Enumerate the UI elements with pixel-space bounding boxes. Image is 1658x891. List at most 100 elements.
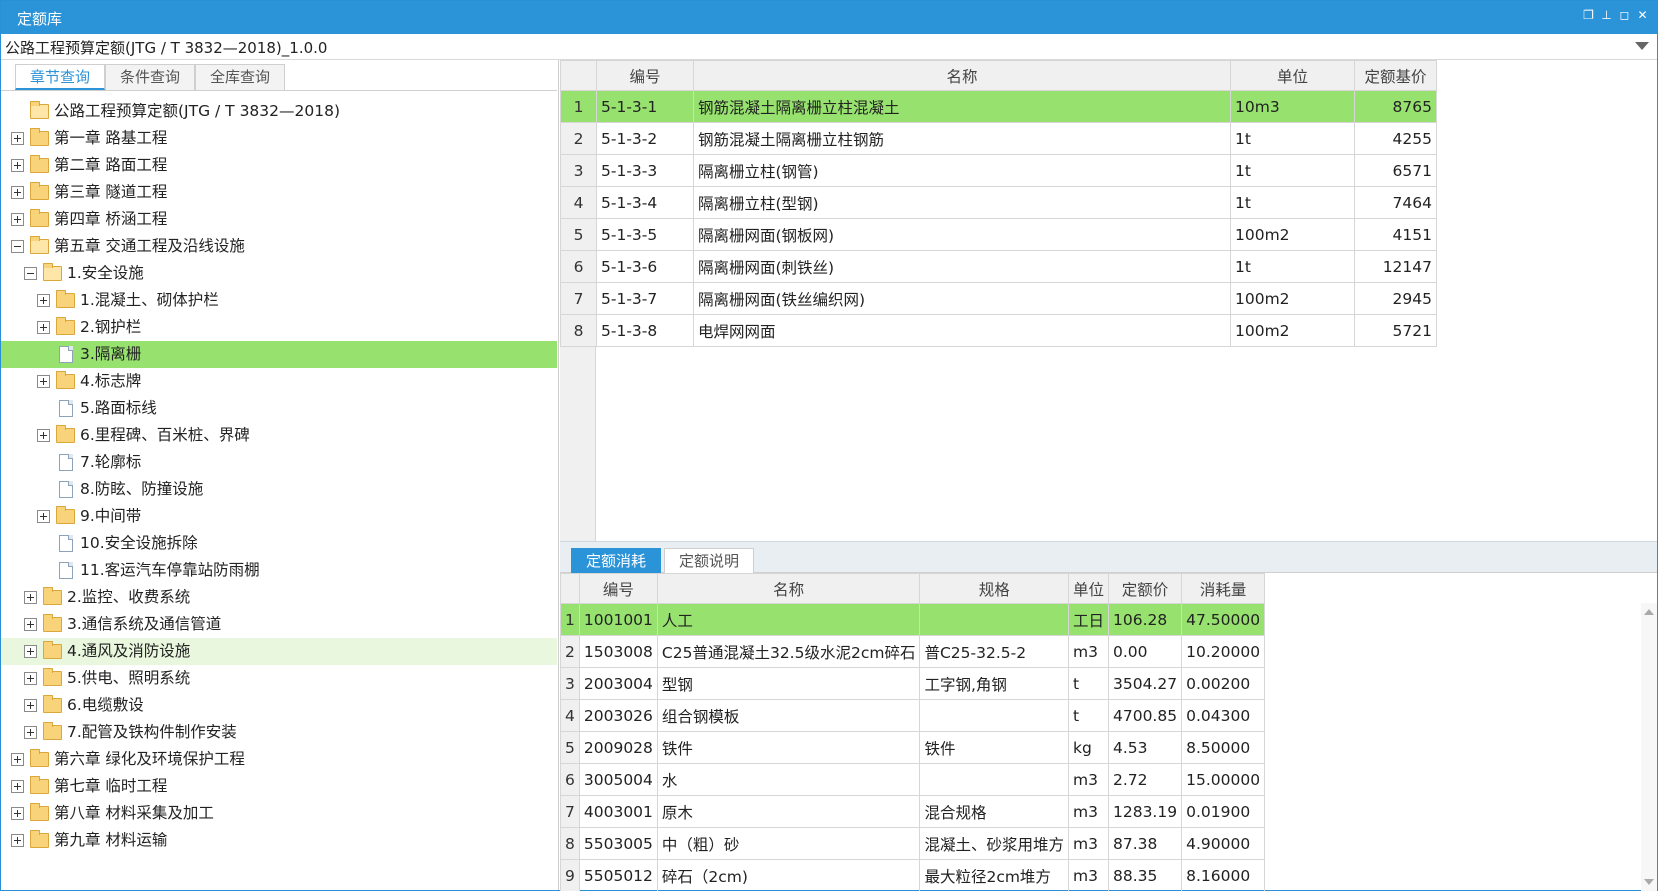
col-header-name[interactable]: 名称 [693, 60, 1231, 91]
expand-icon[interactable] [11, 159, 24, 172]
table-row[interactable]: 3 5-1-3-3 隔离栅立柱(钢管) 1t 6571 [560, 154, 1437, 187]
tree-node[interactable]: 6.里程碑、百米桩、界碑 [1, 422, 557, 449]
tree-node[interactable]: 7.配管及铁构件制作安装 [1, 719, 557, 746]
expand-icon[interactable] [37, 510, 50, 523]
expand-icon[interactable] [11, 132, 24, 145]
collapse-icon[interactable] [11, 240, 24, 253]
table-cell: 混凝土、砂浆用堆方 [919, 827, 1069, 860]
scroll-down-icon[interactable] [1644, 879, 1654, 885]
collapse-icon[interactable] [24, 267, 37, 280]
tree-node[interactable]: 第四章 桥涵工程 [1, 206, 557, 233]
restore-icon[interactable]: ❐ [1582, 9, 1595, 22]
expand-icon[interactable] [24, 618, 37, 631]
table-row[interactable]: 1 5-1-3-1 钢筋混凝土隔离栅立柱混凝土 10m3 8765 [560, 90, 1437, 123]
vertical-scrollbar[interactable] [1641, 603, 1657, 891]
tree-node[interactable]: 4.通风及消防设施 [1, 638, 557, 665]
tree-node[interactable]: 1.混凝土、砌体护栏 [1, 287, 557, 314]
expand-icon[interactable] [37, 321, 50, 334]
col-header-base-price[interactable]: 定额基价 [1354, 60, 1437, 91]
expand-icon[interactable] [24, 645, 37, 658]
pin-icon[interactable]: ⊥ [1600, 9, 1613, 22]
table-row[interactable]: 9 5505012 碎石（2cm) 最大粒径2cm堆方 m3 88.35 8.16000 [560, 859, 1266, 891]
tree-node-label: 6.电缆敷设 [67, 696, 144, 714]
tab-chapter-query[interactable]: 章节查询 [15, 64, 106, 90]
table-row[interactable]: 5 5-1-3-5 隔离栅网面(钢板网) 100m2 4151 [560, 218, 1437, 251]
tree-node[interactable]: 7.轮廓标 [1, 449, 557, 476]
table-row[interactable]: 5 2009028 铁件 铁件 kg 4.53 8.50000 [560, 731, 1266, 764]
col-header-price[interactable]: 定额价 [1107, 573, 1183, 604]
table-row[interactable]: 3 2003004 型钢 工字钢,角钢 t 3504.27 0.00200 [560, 667, 1266, 700]
table-row[interactable]: 1 1001001 人工 工日 106.28 47.50000 [560, 603, 1266, 636]
tree-node[interactable]: 第六章 绿化及环境保护工程 [1, 746, 557, 773]
folder-icon [30, 101, 49, 119]
tree-node[interactable]: 第二章 路面工程 [1, 152, 557, 179]
tree-node[interactable]: 1.安全设施 [1, 260, 557, 287]
expand-icon[interactable] [11, 186, 24, 199]
library-select[interactable]: 公路工程预算定额(JTG / T 3832—2018)_1.0.0 [1, 34, 1657, 60]
tree-node[interactable]: 10.安全设施拆除 [1, 530, 557, 557]
tree-node-label: 5.路面标线 [80, 399, 157, 417]
table-row[interactable]: 4 5-1-3-4 隔离栅立柱(型钢) 1t 7464 [560, 186, 1437, 219]
expand-icon[interactable] [11, 753, 24, 766]
tree-node[interactable]: 3.通信系统及通信管道 [1, 611, 557, 638]
tree-node[interactable]: 11.客运汽车停靠站防雨棚 [1, 557, 557, 584]
tree-node[interactable]: 第一章 路基工程 [1, 125, 557, 152]
col-header-unit[interactable]: 单位 [1230, 60, 1355, 91]
tree-node[interactable]: 第三章 隧道工程 [1, 179, 557, 206]
tree-node[interactable]: 5.路面标线 [1, 395, 557, 422]
tree-node[interactable]: 9.中间带 [1, 503, 557, 530]
tree-node[interactable]: 6.电缆敷设 [1, 692, 557, 719]
col-header-code[interactable]: 编号 [596, 60, 694, 91]
col-header-spec[interactable]: 规格 [919, 573, 1069, 604]
maximize-icon[interactable]: ◻ [1618, 9, 1631, 22]
expand-icon[interactable] [24, 726, 37, 739]
col-header-unit[interactable]: 单位 [1067, 573, 1109, 604]
col-header-name[interactable]: 名称 [656, 573, 921, 604]
expand-icon[interactable] [11, 780, 24, 793]
tree-node[interactable]: 第八章 材料采集及加工 [1, 800, 557, 827]
expand-icon[interactable] [11, 213, 24, 226]
table-row[interactable]: 4 2003026 组合钢模板 t 4700.85 0.04300 [560, 699, 1266, 732]
table-row[interactable]: 2 1503008 C25普通混凝土32.5级水泥2cm碎石 普C25-32.5-2 m… [560, 635, 1266, 668]
col-header-quantity[interactable]: 消耗量 [1181, 573, 1266, 604]
folder-icon [56, 317, 75, 335]
tree-node[interactable]: 5.供电、照明系统 [1, 665, 557, 692]
expand-icon[interactable] [37, 375, 50, 388]
expand-icon[interactable] [11, 807, 24, 820]
table-row[interactable]: 7 4003001 原木 混合规格 m3 1283.19 0.01900 [560, 795, 1266, 828]
tree-node[interactable]: 2.监控、收费系统 [1, 584, 557, 611]
table-row[interactable]: 8 5-1-3-8 电焊网网面 100m2 5721 [560, 314, 1437, 347]
table-cell [919, 763, 1069, 796]
tab-condition-query[interactable]: 条件查询 [105, 64, 196, 90]
tree-node[interactable]: 第九章 材料运输 [1, 827, 557, 854]
table-row[interactable]: 6 3005004 水 m3 2.72 15.00000 [560, 763, 1266, 796]
expand-icon[interactable] [24, 591, 37, 604]
tree-node[interactable]: 4.标志牌 [1, 368, 557, 395]
tab-quota-consumption[interactable]: 定额消耗 [571, 548, 662, 573]
close-icon[interactable]: ✕ [1636, 9, 1649, 22]
expand-icon[interactable] [37, 429, 50, 442]
expand-icon[interactable] [37, 294, 50, 307]
table-row[interactable]: 7 5-1-3-7 隔离栅网面(铁丝编织网) 100m2 2945 [560, 282, 1437, 315]
tree-node[interactable]: 8.防眩、防撞设施 [1, 476, 557, 503]
table-row[interactable]: 8 5503005 中（粗）砂 混凝土、砂浆用堆方 m3 87.38 4.90000 [560, 827, 1266, 860]
tree-node[interactable]: 3.隔离栅 [1, 341, 557, 368]
folder-icon [30, 155, 49, 173]
dropdown-arrow-icon[interactable] [1635, 42, 1649, 50]
tab-quota-description[interactable]: 定额说明 [664, 548, 755, 573]
table-row[interactable]: 2 5-1-3-2 钢筋混凝土隔离栅立柱钢筋 1t 4255 [560, 122, 1437, 155]
tree-node[interactable]: 第五章 交通工程及沿线设施 [1, 233, 557, 260]
tree-node[interactable]: 公路工程预算定额(JTG / T 3832—2018) [1, 98, 557, 125]
expand-icon[interactable] [11, 834, 24, 847]
tab-full-library-query[interactable]: 全库查询 [195, 64, 286, 90]
col-header-code[interactable]: 编号 [578, 573, 658, 604]
expand-icon[interactable] [24, 672, 37, 685]
expand-icon[interactable] [24, 699, 37, 712]
tree-node[interactable]: 2.钢护栏 [1, 314, 557, 341]
table-cell: 铁件 [656, 731, 921, 764]
table-row[interactable]: 6 5-1-3-6 隔离栅网面(刺铁丝) 1t 12147 [560, 250, 1437, 283]
table-cell: 5-1-3-5 [596, 218, 694, 251]
tree-node-label: 7.轮廓标 [80, 453, 142, 471]
scroll-up-icon[interactable] [1644, 609, 1654, 615]
tree-node[interactable]: 第七章 临时工程 [1, 773, 557, 800]
